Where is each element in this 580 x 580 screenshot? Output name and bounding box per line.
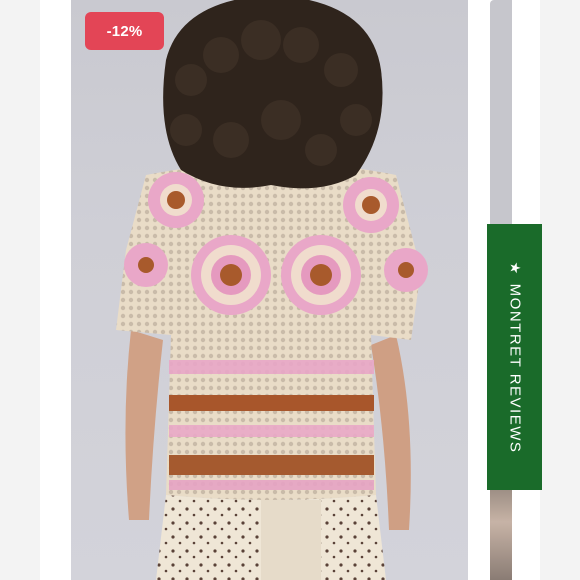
reviews-tab[interactable]: ★ MONTRET REVIEWS [487,224,542,490]
star-icon: ★ [507,261,524,276]
product-image-card[interactable] [71,0,468,580]
product-photo [116,0,428,580]
reviews-tab-label: MONTRET REVIEWS [506,283,524,453]
discount-badge: -12% [85,12,164,50]
